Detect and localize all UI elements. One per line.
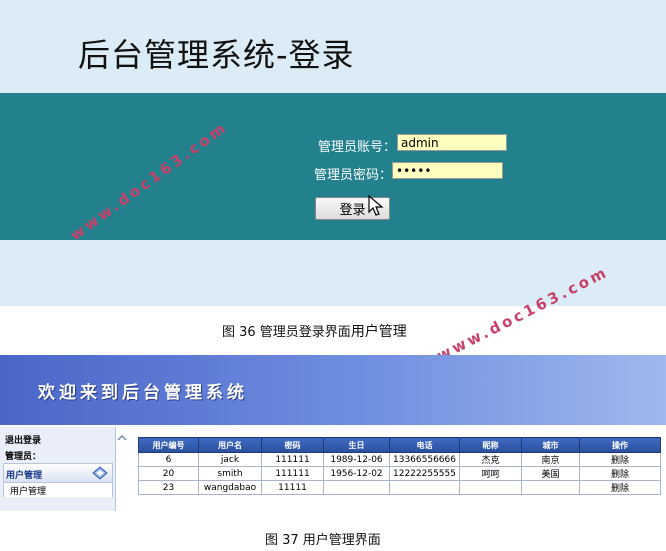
figure-36-caption: 图 36 管理员登录界面用户管理 — [222, 321, 407, 341]
cell-username: jack — [198, 452, 262, 467]
cell-password: 111111 — [261, 466, 324, 481]
sidebar-group-label: 用户管理 — [6, 471, 43, 481]
screenshot-page: 后台管理系统-登录 管理员账号： 管理员密码： 登录 www.doc163.co… — [0, 0, 666, 551]
column-header: 生日 — [323, 437, 390, 453]
mouse-pointer-icon — [368, 195, 384, 216]
cell-password: 11111 — [261, 480, 324, 495]
cell-password: 111111 — [261, 452, 324, 467]
table-header-row: 用户编号 用户名 密码 生日 电话 昵称 城市 操作 — [138, 437, 661, 453]
table-row: 6 jack 111111 1989-12-06 13366556666 杰克 … — [138, 452, 661, 467]
cell-user-id: 6 — [138, 452, 199, 467]
cell-user-id: 20 — [138, 466, 199, 481]
sidebar-item-user-management[interactable]: 用户管理 — [3, 483, 113, 497]
user-table: 用户编号 用户名 密码 生日 电话 昵称 城市 操作 6 jack 111111… — [138, 437, 661, 495]
cell-username: smith — [198, 466, 262, 481]
caption-text: 图 36 管理员登录界面 — [222, 325, 351, 340]
cell-birthday: 1989-12-06 — [323, 452, 390, 467]
column-header: 城市 — [521, 437, 580, 453]
cell-nickname: 呵呵 — [459, 466, 522, 481]
cell-nickname — [459, 480, 522, 495]
table-row: 20 smith 111111 1956-12-02 12222255555 呵… — [138, 466, 661, 481]
table-row: 23 wangdabao 11111 删除 — [138, 480, 661, 495]
column-header: 用户名 — [198, 437, 262, 453]
sidebar-item-label: 用户管理 — [10, 487, 47, 497]
admin-label: 管理员： — [5, 452, 42, 462]
account-input[interactable] — [397, 134, 507, 151]
password-label: 管理员密码： — [314, 168, 393, 183]
welcome-title: 欢迎来到后台管理系统 — [38, 383, 248, 403]
cell-birthday — [323, 480, 390, 495]
column-header: 用户编号 — [138, 437, 199, 453]
delete-link[interactable]: 删除 — [579, 466, 661, 481]
logout-link[interactable]: 退出登录 — [5, 433, 41, 446]
collapse-arrow-icon[interactable] — [117, 434, 127, 442]
cell-nickname: 杰克 — [459, 452, 522, 467]
password-input[interactable] — [392, 162, 503, 179]
column-header: 昵称 — [459, 437, 522, 453]
menu-group-icon — [92, 466, 108, 480]
delete-link[interactable]: 删除 — [579, 452, 661, 467]
caption-suffix: 用户管理 — [350, 324, 407, 340]
login-page-title: 后台管理系统-登录 — [78, 36, 355, 74]
column-header: 密码 — [261, 437, 324, 453]
cell-city: 南京 — [521, 452, 580, 467]
cell-city: 美国 — [521, 466, 580, 481]
figure-37-caption: 图 37 用户管理界面 — [265, 533, 381, 548]
cell-phone: 12222255555 — [389, 466, 460, 481]
cell-birthday: 1956-12-02 — [323, 466, 390, 481]
cell-username: wangdabao — [198, 480, 262, 495]
cell-phone — [389, 480, 460, 495]
cell-user-id: 23 — [138, 480, 199, 495]
column-header: 操作 — [579, 437, 661, 453]
delete-link[interactable]: 删除 — [579, 480, 661, 495]
cell-city — [521, 480, 580, 495]
account-label: 管理员账号： — [318, 140, 397, 155]
column-header: 电话 — [389, 437, 460, 453]
cell-phone: 13366556666 — [389, 452, 460, 467]
